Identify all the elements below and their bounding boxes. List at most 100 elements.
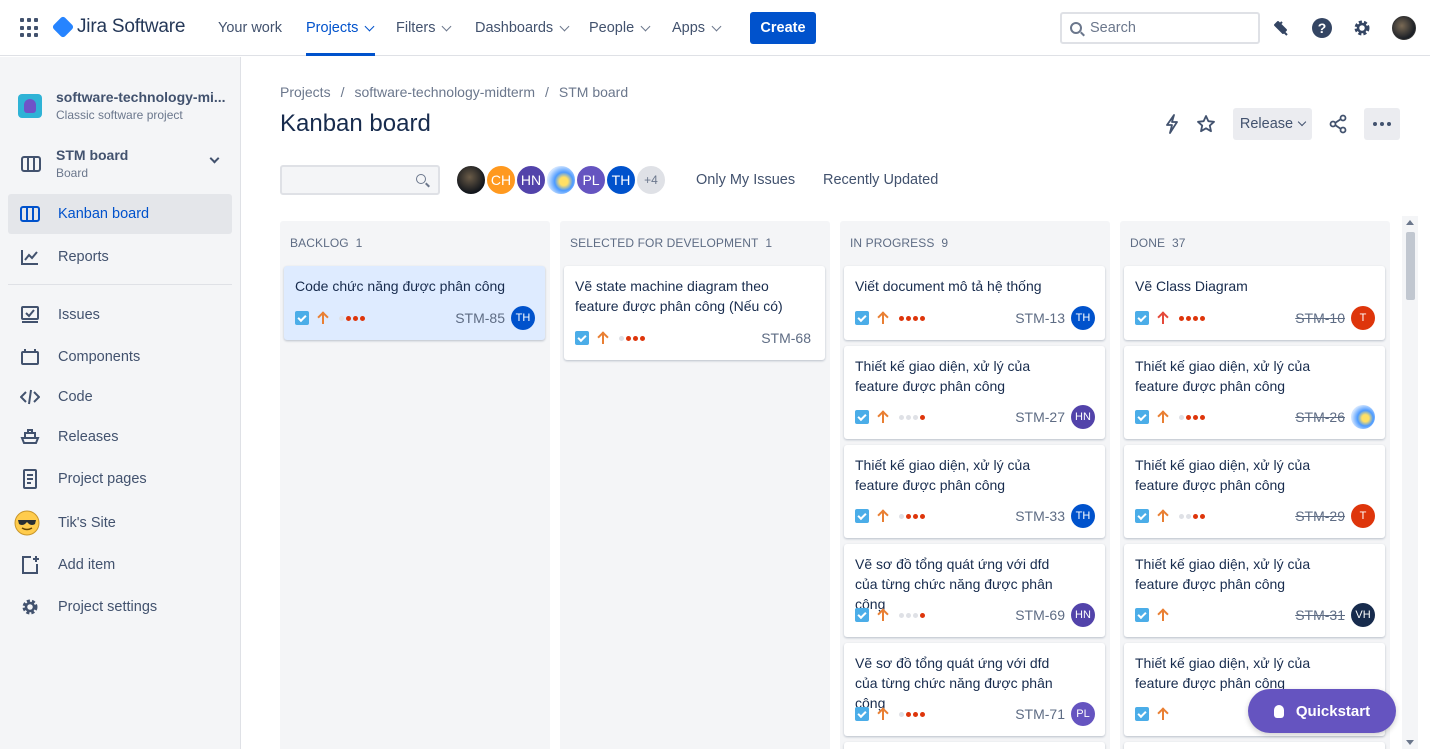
card-summary: Code chức năng được phân công: [295, 278, 506, 294]
avatar-filter-hn[interactable]: HN: [515, 164, 547, 196]
issue-key[interactable]: STM-27: [1015, 409, 1065, 425]
nav-apps[interactable]: Apps: [672, 0, 722, 56]
scroll-up-icon[interactable]: [1406, 220, 1414, 225]
board-scrollbar[interactable]: [1402, 216, 1418, 749]
issue-key[interactable]: STM-13: [1015, 310, 1065, 326]
breadcrumb-board[interactable]: STM board: [559, 84, 628, 100]
issue-key[interactable]: STM-31: [1295, 607, 1345, 623]
sidebar-item-reports[interactable]: Reports: [8, 237, 232, 277]
avatar-filter-4[interactable]: [545, 164, 577, 196]
sidebar-item-components[interactable]: Components: [8, 337, 232, 377]
sidebar-item-add-item[interactable]: Add item: [8, 545, 232, 585]
quickstart-button[interactable]: Quickstart: [1248, 689, 1396, 733]
sidebar-item-issues[interactable]: Issues: [8, 295, 232, 335]
issue-card[interactable]: Thiết kế giao diện, xử lý của feature đư…: [844, 346, 1105, 439]
help-icon[interactable]: ?: [1310, 16, 1334, 40]
nav-people[interactable]: People: [589, 0, 651, 56]
card-footer: STM-33 TH: [855, 504, 1095, 528]
star-icon[interactable]: [1194, 112, 1218, 136]
sidebar-item-project-settings[interactable]: Project settings: [8, 587, 232, 627]
notifications-icon[interactable]: [1270, 16, 1294, 40]
breadcrumb-projects[interactable]: Projects: [280, 84, 331, 100]
release-button[interactable]: Release: [1233, 108, 1312, 140]
nav-your-work[interactable]: Your work: [218, 0, 282, 56]
more-icon[interactable]: [1364, 108, 1400, 140]
issue-card[interactable]: Code chức năng được phân công STM-85 TH: [284, 266, 545, 340]
chart-line-icon: [20, 247, 40, 267]
issue-card[interactable]: Thiết kế giao diện, xử lý của feature đư…: [1124, 544, 1385, 637]
issue-card[interactable]: Vẽ Class Diagram STM-10 T: [1124, 266, 1385, 340]
app-switcher-icon[interactable]: [20, 18, 40, 38]
avatar-filter-more[interactable]: +4: [635, 164, 667, 196]
nav-filters[interactable]: Filters: [396, 0, 452, 56]
chevron-down-icon: [640, 21, 651, 31]
sidebar-item-kanban-board[interactable]: Kanban board: [8, 194, 232, 234]
issue-card[interactable]: [844, 742, 1105, 749]
assignee-avatar[interactable]: T: [1351, 504, 1375, 528]
issue-card[interactable]: Vẽ sơ đồ tổng quát ứng với dfd của từng …: [844, 643, 1105, 736]
issue-card[interactable]: Vẽ state machine diagram theo feature đư…: [564, 266, 825, 360]
avatar-filter-1[interactable]: [455, 164, 487, 196]
assignee-avatar[interactable]: PL: [1071, 702, 1095, 726]
column-name: BACKLOG: [290, 236, 349, 250]
sidebar-item-releases[interactable]: Releases: [8, 417, 232, 457]
quick-filter-recently-updated[interactable]: Recently Updated: [823, 172, 938, 188]
issue-key[interactable]: STM-71: [1015, 706, 1065, 722]
avatar-filter-th[interactable]: TH: [605, 164, 637, 196]
task-type-icon: [855, 707, 869, 721]
search-input[interactable]: Search: [1060, 12, 1260, 44]
sidebar-item-project-pages[interactable]: Project pages: [8, 459, 232, 499]
task-type-icon: [855, 410, 869, 424]
nav-dashboards[interactable]: Dashboards: [475, 0, 570, 56]
assignee-avatar[interactable]: VH: [1351, 603, 1375, 627]
project-avatar: [18, 93, 42, 118]
sidebar-item-tiks-site[interactable]: Tik's Site: [8, 503, 232, 543]
project-header[interactable]: software-technology-mi... Classic softwa…: [18, 89, 226, 122]
assignee-avatar[interactable]: TH: [1071, 504, 1095, 528]
breadcrumb-project[interactable]: software-technology-midterm: [354, 84, 535, 100]
sidebar-item-code[interactable]: Code: [8, 377, 232, 417]
assignee-avatar[interactable]: T: [1351, 306, 1375, 330]
avatar-filter-ch[interactable]: CH: [485, 164, 517, 196]
issue-card[interactable]: Viết document mô tả hệ thống STM-13 TH: [844, 266, 1105, 340]
assignee-avatar[interactable]: [1351, 405, 1375, 429]
board-search-input[interactable]: [280, 165, 440, 195]
assignee-avatar[interactable]: TH: [1071, 306, 1095, 330]
issue-card[interactable]: Thiết kế giao diện, xử lý của feature đư…: [844, 445, 1105, 538]
assignee-avatar[interactable]: HN: [1071, 405, 1095, 429]
quick-filter-only-my-issues[interactable]: Only My Issues: [696, 172, 795, 188]
settings-icon[interactable]: [1350, 16, 1374, 40]
issue-key[interactable]: STM-68: [761, 330, 811, 346]
board-selector[interactable]: STM board Board: [20, 147, 226, 180]
assignee-avatar[interactable]: TH: [511, 306, 535, 330]
chevron-down-icon: [711, 21, 722, 31]
task-type-icon: [575, 331, 589, 345]
card-summary: Thiết kế giao diện, xử lý của feature đư…: [855, 457, 1031, 493]
issue-key[interactable]: STM-33: [1015, 508, 1065, 524]
card-summary: Vẽ Class Diagram: [1135, 278, 1248, 294]
assignee-avatar[interactable]: HN: [1071, 603, 1095, 627]
lightning-icon[interactable]: [1160, 112, 1184, 136]
issue-key[interactable]: STM-26: [1295, 409, 1345, 425]
create-button[interactable]: Create: [750, 12, 816, 44]
search-icon: [416, 174, 426, 184]
avatar-filter-pl[interactable]: PL: [575, 164, 607, 196]
issue-card[interactable]: Thiết kế giao diện, xử lý của feature đư…: [1124, 445, 1385, 538]
issue-card[interactable]: Thiết kế giao diện, xử lý của feature đư…: [1124, 346, 1385, 439]
share-icon[interactable]: [1326, 112, 1350, 136]
issue-card[interactable]: Vẽ sơ đồ tổng quát ứng với dfd của từng …: [844, 544, 1105, 637]
column-backlog: BACKLOG 1 Code chức năng được phân công …: [280, 221, 550, 749]
nav-projects[interactable]: Projects: [306, 0, 376, 56]
issue-card[interactable]: [1124, 742, 1385, 749]
issue-key[interactable]: STM-10: [1295, 310, 1345, 326]
scroll-down-icon[interactable]: [1406, 740, 1414, 745]
issue-key[interactable]: STM-69: [1015, 607, 1065, 623]
issue-key[interactable]: STM-85: [455, 310, 505, 326]
jira-logo[interactable]: Jira Software: [51, 15, 185, 39]
card-summary: Thiết kế giao diện, xử lý của feature đư…: [1135, 358, 1311, 394]
story-points-dots: [339, 315, 365, 321]
scroll-thumb[interactable]: [1406, 232, 1415, 300]
issue-key[interactable]: STM-29: [1295, 508, 1345, 524]
sidebar-item-label: Issues: [58, 307, 100, 323]
profile-avatar[interactable]: [1392, 16, 1416, 40]
